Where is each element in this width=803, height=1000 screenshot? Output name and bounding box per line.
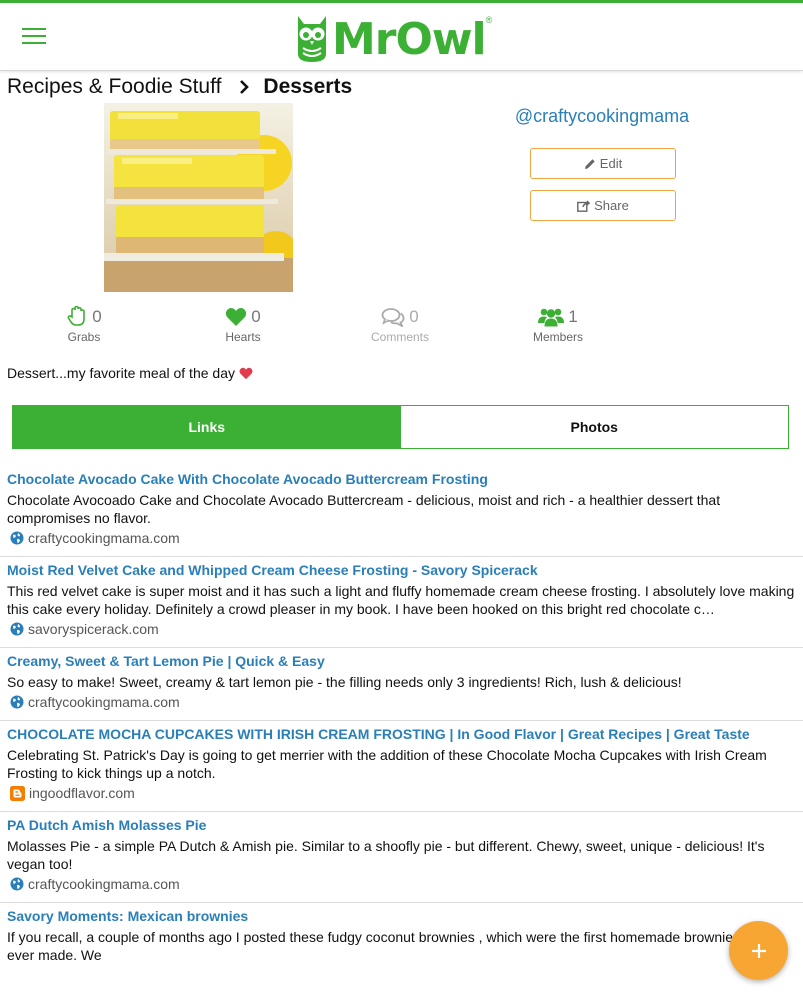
link-description: If you recall, a couple of months ago I … xyxy=(7,929,776,963)
link-item: Savory Moments: Mexican brownies If you … xyxy=(0,903,803,973)
grabs-label: Grabs xyxy=(67,330,101,344)
members-count: 1 xyxy=(568,307,578,326)
users-icon xyxy=(538,308,565,327)
globe-icon xyxy=(10,877,24,891)
owl-logo-icon xyxy=(298,16,326,62)
add-button[interactable] xyxy=(729,921,788,980)
link-domain[interactable]: savoryspicerack.com xyxy=(7,620,803,638)
tab-links[interactable]: Links xyxy=(13,406,401,448)
link-item: CHOCOLATE MOCHA CUPCAKES WITH IRISH CREA… xyxy=(0,721,803,812)
share-icon xyxy=(577,200,591,212)
link-domain-text: craftycookingmama.com xyxy=(28,876,180,892)
link-title[interactable]: Moist Red Velvet Cake and Whipped Cream … xyxy=(7,561,803,579)
link-title[interactable]: Creamy, Sweet & Tart Lemon Pie | Quick &… xyxy=(7,652,803,670)
link-description: So easy to make! Sweet, creamy & tart le… xyxy=(7,674,682,690)
grabs-count: 0 xyxy=(92,307,102,326)
share-button[interactable]: Share xyxy=(530,190,676,221)
link-title[interactable]: PA Dutch Amish Molasses Pie xyxy=(7,816,803,834)
tab-photos[interactable]: Photos xyxy=(400,406,788,448)
link-domain-text: craftycookingmama.com xyxy=(28,530,180,546)
globe-icon xyxy=(10,695,24,709)
hamburger-menu-icon[interactable] xyxy=(22,28,46,46)
link-domain-text: savoryspicerack.com xyxy=(28,621,159,637)
mrowl-logo[interactable]: MrOwl ® xyxy=(294,13,492,65)
link-item: PA Dutch Amish Molasses Pie Molasses Pie… xyxy=(0,812,803,903)
breadcrumb: Recipes & Foodie Stuff Desserts xyxy=(7,75,352,99)
link-domain[interactable]: craftycookingmama.com xyxy=(7,875,803,893)
globe-icon xyxy=(10,531,24,545)
logo-text: MrOwl xyxy=(332,13,487,65)
board-cover-image[interactable] xyxy=(104,103,293,292)
members-label: Members xyxy=(532,330,583,344)
heart-icon xyxy=(226,308,247,326)
breadcrumb-current: Desserts xyxy=(263,75,353,98)
edit-button[interactable]: Edit xyxy=(530,148,676,179)
hearts-stat[interactable]: 0 Hearts xyxy=(203,303,283,344)
comments-count: 0 xyxy=(409,307,419,326)
board-description-text: Dessert...my favorite meal of the day xyxy=(7,365,235,381)
link-domain-text: ingoodflavor.com xyxy=(29,785,135,801)
blogger-icon xyxy=(10,785,25,801)
registered-mark: ® xyxy=(485,15,493,25)
grabs-stat[interactable]: 0 Grabs xyxy=(44,303,124,344)
link-item: Creamy, Sweet & Tart Lemon Pie | Quick &… xyxy=(0,648,803,721)
link-item: Chocolate Avocado Cake With Chocolate Av… xyxy=(0,466,803,557)
link-description: This red velvet cake is super moist and … xyxy=(7,583,795,617)
link-domain[interactable]: craftycookingmama.com xyxy=(7,693,803,711)
link-domain[interactable]: craftycookingmama.com xyxy=(7,529,803,547)
plus-icon xyxy=(751,943,766,958)
chevron-right-icon xyxy=(239,79,250,95)
board-owner-link[interactable]: @craftycookingmama xyxy=(470,106,734,127)
link-title[interactable]: Chocolate Avocado Cake With Chocolate Av… xyxy=(7,470,803,488)
edit-button-label: Edit xyxy=(599,156,623,171)
comments-stat[interactable]: 0 Comments xyxy=(360,303,440,344)
link-description: Chocolate Avocoado Cake and Chocolate Av… xyxy=(7,492,721,526)
members-stat[interactable]: 1 Members xyxy=(518,303,598,344)
hearts-label: Hearts xyxy=(225,330,261,344)
link-domain[interactable]: ingoodflavor.com xyxy=(7,784,803,802)
hearts-count: 0 xyxy=(251,307,261,326)
globe-icon xyxy=(10,622,24,636)
link-description: Celebrating St. Patrick's Day is going t… xyxy=(7,747,767,781)
link-domain-text: craftycookingmama.com xyxy=(28,694,180,710)
link-title[interactable]: CHOCOLATE MOCHA CUPCAKES WITH IRISH CREA… xyxy=(7,725,803,743)
red-heart-emoji-icon xyxy=(239,367,253,379)
breadcrumb-parent[interactable]: Recipes & Foodie Stuff xyxy=(7,75,221,99)
board-description: Dessert...my favorite meal of the day xyxy=(7,365,253,381)
top-bar: MrOwl ® xyxy=(0,0,803,71)
content-tabs: Links Photos xyxy=(12,405,789,449)
link-item: Moist Red Velvet Cake and Whipped Cream … xyxy=(0,557,803,648)
share-button-label: Share xyxy=(594,198,629,213)
hand-grab-icon xyxy=(67,305,86,326)
comments-icon xyxy=(381,308,405,327)
links-list: Chocolate Avocado Cake With Chocolate Av… xyxy=(0,466,803,973)
link-title[interactable]: Savory Moments: Mexican brownies xyxy=(7,907,803,925)
comments-label: Comments xyxy=(370,330,429,344)
link-description: Molasses Pie - a simple PA Dutch & Amish… xyxy=(7,838,765,872)
pencil-icon xyxy=(584,158,595,169)
